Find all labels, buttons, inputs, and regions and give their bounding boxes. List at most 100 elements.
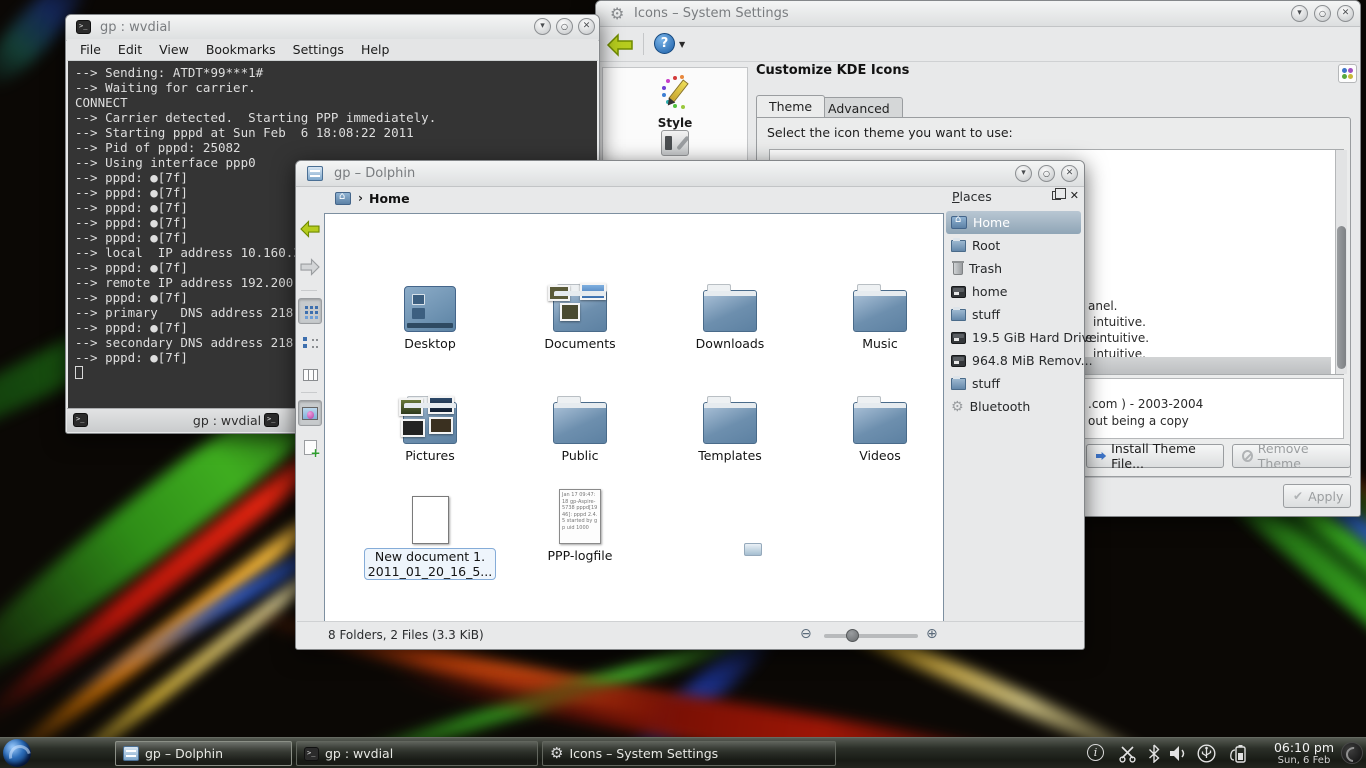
settings-titlebar[interactable]: ⚙ Icons – System Settings ▾ ○ ✕ <box>596 1 1360 27</box>
blank-document-icon <box>412 496 449 544</box>
file-item-public[interactable]: Public <box>510 386 650 463</box>
volume-icon[interactable] <box>1168 744 1187 763</box>
file-item-videos[interactable]: Videos <box>810 386 950 463</box>
forward-button[interactable] <box>298 254 322 280</box>
help-button[interactable]: ? <box>654 33 675 54</box>
menu-file[interactable]: File <box>80 42 101 57</box>
hardware-icon[interactable] <box>661 130 689 156</box>
close-button[interactable]: ✕ <box>578 18 595 35</box>
minimize-button[interactable]: ▾ <box>534 18 551 35</box>
maximize-button[interactable]: ○ <box>556 18 573 35</box>
file-item-templates[interactable]: Templates <box>660 386 800 463</box>
breadcrumb-home[interactable]: Home <box>369 191 410 206</box>
file-item-new-document[interactable]: New document 1. 2011_01_20_16_5... <box>360 482 500 580</box>
style-icon <box>657 74 693 110</box>
float-panel-icon[interactable] <box>1052 191 1061 200</box>
file-item-desktop[interactable]: Desktop <box>360 274 500 351</box>
panel-toolbox-cashew-icon[interactable] <box>1341 742 1363 764</box>
klipper-scissors-icon[interactable] <box>1118 744 1137 763</box>
file-item-ppp-logfile[interactable]: Jan 17 09:47:18 gp-Aspire-5738 pppd[1946… <box>510 482 650 563</box>
terminal-line: CONNECT <box>75 95 590 110</box>
folder-icon <box>853 290 907 332</box>
bluetooth-gear-icon: ⚙ <box>951 400 964 414</box>
chevron-down-icon[interactable]: ▼ <box>679 40 685 49</box>
columns-view-button[interactable] <box>298 362 322 388</box>
task-dolphin[interactable]: gp – Dolphin <box>115 741 292 766</box>
zoom-in-icon[interactable]: ⊕ <box>926 626 938 642</box>
file-item-downloads[interactable]: Downloads <box>660 274 800 351</box>
folder-view[interactable]: Desktop Documents Downloads Music <box>324 213 944 623</box>
details-view-button[interactable] <box>298 330 322 356</box>
icons-view-button[interactable] <box>298 298 322 324</box>
back-button[interactable] <box>606 33 634 57</box>
file-item-label: Templates <box>660 448 800 463</box>
split-view-button[interactable] <box>298 434 322 460</box>
task-label: Icons – System Settings <box>569 746 718 761</box>
zoom-slider[interactable] <box>824 634 918 638</box>
back-button[interactable] <box>298 216 322 242</box>
task-system-settings[interactable]: ⚙ Icons – System Settings <box>542 741 836 766</box>
maximize-button[interactable]: ○ <box>1314 5 1331 22</box>
sidebar-item-label: Style <box>603 116 747 130</box>
close-button[interactable]: ✕ <box>1337 5 1354 22</box>
menu-edit[interactable]: Edit <box>118 42 142 57</box>
scrollbar[interactable] <box>1335 150 1347 374</box>
close-panel-icon[interactable]: ✕ <box>1070 189 1079 202</box>
dolphin-window: gp – Dolphin ▾ ○ ✕ › Home Desktop <box>295 160 1085 650</box>
tab-list-button[interactable] <box>264 413 279 427</box>
bluetooth-icon[interactable] <box>1148 744 1160 763</box>
file-item-label: Downloads <box>660 336 800 351</box>
minimize-button[interactable]: ▾ <box>1291 5 1308 22</box>
remove-theme-label: Remove Theme <box>1258 441 1341 471</box>
application-launcher-button[interactable] <box>3 739 31 767</box>
menu-view[interactable]: View <box>159 42 189 57</box>
place-stuff[interactable]: stuff <box>946 303 1081 326</box>
place-trash[interactable]: Trash <box>946 257 1081 280</box>
file-item-pictures[interactable]: Pictures <box>360 386 500 463</box>
menu-bookmarks[interactable]: Bookmarks <box>206 42 276 57</box>
place-removable-drive[interactable]: 964.8 MiB Remov... <box>946 349 1081 372</box>
place-label: stuff <box>972 376 1000 391</box>
zoom-out-icon[interactable]: ⊖ <box>800 626 812 642</box>
place-home[interactable]: Home <box>946 211 1081 234</box>
install-theme-file-button[interactable]: Install Theme File... <box>1086 444 1224 468</box>
zoom-slider-handle[interactable] <box>846 629 859 642</box>
dolphin-statusbar: 8 Folders, 2 Files (3.3 KiB) ⊖ ⊕ <box>297 621 1083 648</box>
remove-theme-button[interactable]: Remove Theme <box>1232 444 1351 468</box>
terminal-titlebar[interactable]: gp : wvdial ▾ ○ ✕ <box>66 15 599 41</box>
new-tab-button[interactable] <box>73 413 88 427</box>
place-stuff-2[interactable]: stuff <box>946 372 1081 395</box>
scrollbar-thumb[interactable] <box>1337 226 1346 369</box>
home-folder-icon[interactable] <box>335 192 351 205</box>
minimize-button[interactable]: ▾ <box>1015 165 1032 182</box>
terminal-line: --> Waiting for carrier. <box>75 80 590 95</box>
place-home-drive[interactable]: home <box>946 280 1081 303</box>
apply-button[interactable]: ✔ Apply <box>1283 484 1351 508</box>
device-notifier-usb-icon[interactable] <box>1196 744 1217 763</box>
place-bluetooth[interactable]: ⚙ Bluetooth <box>946 395 1081 418</box>
place-hard-drive[interactable]: 19.5 GiB Hard Drive <box>946 326 1081 349</box>
menu-settings[interactable]: Settings <box>293 42 344 57</box>
clock[interactable]: 06:10 pm Sun, 6 Feb <box>1272 740 1336 766</box>
settings-window-title: Icons – System Settings <box>634 1 789 27</box>
notifications-icon[interactable]: i <box>1087 744 1104 761</box>
tab-advanced[interactable]: Advanced <box>815 97 903 119</box>
divider <box>301 290 317 291</box>
file-item-documents[interactable]: Documents <box>510 274 650 351</box>
install-theme-file-label: Install Theme File... <box>1111 441 1214 471</box>
folder-icon <box>703 290 757 332</box>
close-button[interactable]: ✕ <box>1061 165 1078 182</box>
place-root[interactable]: Root <box>946 234 1081 257</box>
maximize-button[interactable]: ○ <box>1038 165 1055 182</box>
tab-theme[interactable]: Theme <box>756 95 825 117</box>
settings-page-title: Customize KDE Icons <box>756 63 909 78</box>
file-item-music[interactable]: Music <box>810 274 950 351</box>
battery-icon[interactable] <box>1228 744 1248 764</box>
overview-dots-icon[interactable] <box>1338 64 1357 83</box>
dolphin-titlebar[interactable]: gp – Dolphin ▾ ○ ✕ <box>296 161 1084 187</box>
task-wvdial[interactable]: gp : wvdial <box>296 741 538 766</box>
terminal-icon <box>76 20 91 34</box>
preview-button[interactable] <box>298 400 322 426</box>
menu-help[interactable]: Help <box>361 42 390 57</box>
sidebar-item-style[interactable]: Style <box>603 74 747 130</box>
